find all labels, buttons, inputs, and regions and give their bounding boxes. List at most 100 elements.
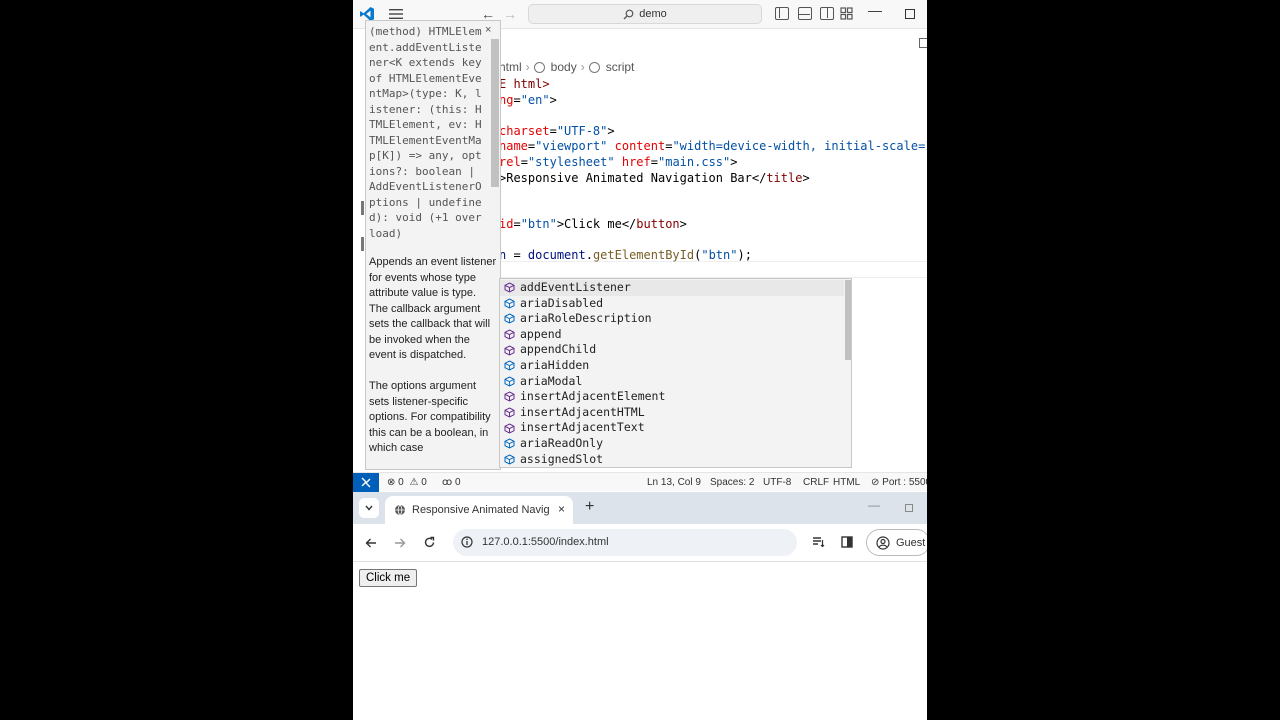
code-line: charset="UTF-8"> (499, 123, 615, 139)
suggestion-item[interactable]: appendChild (500, 342, 844, 358)
tab-search-button[interactable] (359, 498, 379, 518)
toggle-sidebar-icon[interactable] (775, 7, 789, 20)
suggestion-item[interactable]: addEventListener (500, 280, 844, 296)
back-icon[interactable] (365, 537, 377, 549)
suggestion-item[interactable]: insertAdjacentText (500, 420, 844, 436)
command-center[interactable]: demo (528, 4, 762, 24)
suggestion-item[interactable]: assignedSlot (500, 451, 844, 467)
code-token: > (802, 171, 810, 185)
chevron-right-icon: › (525, 60, 530, 74)
tab-close-icon[interactable]: × (558, 502, 565, 516)
antenna-icon: ꝏ (442, 477, 453, 488)
property-icon (504, 298, 515, 309)
code-token: "en" (520, 93, 550, 107)
code-token: > (607, 124, 615, 138)
info-icon[interactable] (461, 536, 473, 548)
code-line: id="btn">Click me</button> (499, 216, 687, 232)
indentation[interactable]: Spaces: 2 (710, 477, 754, 488)
suggestion-item[interactable]: ariaDisabled (500, 296, 844, 312)
split-editor-icon[interactable] (919, 38, 927, 48)
suggestion-item[interactable]: insertAdjacentHTML (500, 405, 844, 421)
browser-tab[interactable]: Responsive Animated Navigation Bar × (385, 496, 573, 524)
breadcrumb-item-body[interactable]: body (551, 60, 577, 74)
code-token: ); (737, 248, 752, 262)
suggest-widget[interactable]: addEventListener ariaDisabled ariaRoleDesc… (499, 278, 852, 468)
forward-arrow-icon[interactable]: → (503, 6, 517, 22)
profile-button[interactable]: Guest (866, 529, 927, 556)
code-token: >Responsive Animated Navigation Bar</ (499, 171, 767, 185)
chevron-right-icon: › (580, 60, 585, 74)
breadcrumb-item-html[interactable]: html (499, 60, 522, 74)
suggestion-item[interactable]: ariaReadOnly (500, 436, 844, 452)
reload-icon[interactable] (423, 536, 436, 549)
live-server-port[interactable]: ⊘ Port : 5500 (871, 477, 927, 488)
hover-documentation[interactable]: (method) HTMLElem ent.addEventListe ner<… (365, 20, 501, 470)
screen: ← → demo — html › body › script E html> n… (353, 0, 927, 720)
method-icon (504, 282, 515, 293)
side-panel-icon[interactable] (841, 536, 853, 548)
minimize-icon[interactable]: — (868, 2, 882, 18)
suggestion-label: insertAdjacentElement (520, 389, 666, 404)
cursor-position[interactable]: Ln 13, Col 9 (647, 477, 701, 488)
suggestion-label: ariaDisabled (520, 295, 604, 310)
ports-indicator[interactable]: ꝏ 0 (442, 477, 461, 488)
suggestion-item[interactable]: ariaModal (500, 374, 844, 390)
browser-maximize-icon[interactable] (905, 504, 913, 512)
property-icon (504, 313, 515, 325)
breadcrumb-item-script[interactable]: script (606, 60, 635, 74)
breadcrumb: html › body › script (499, 60, 634, 74)
errors-indicator[interactable]: ⊗ 0 ⚠ 0 (387, 477, 427, 488)
property-icon (504, 454, 515, 465)
encoding[interactable]: UTF-8 (763, 477, 791, 488)
language-mode[interactable]: HTML (833, 477, 860, 488)
browser-minimize-icon[interactable]: — (868, 498, 880, 512)
code-token: name (499, 139, 528, 153)
suggestion-item[interactable]: insertAdjacentElement (500, 389, 844, 405)
suggestion-label: ariaReadOnly (520, 436, 604, 450)
code-token: >Click me</ (556, 217, 637, 231)
error-icon: ⊗ (387, 477, 396, 488)
warning-icon: ⚠ (409, 477, 419, 488)
property-icon (504, 360, 515, 371)
toggle-panel-icon[interactable] (798, 7, 812, 20)
maximize-icon[interactable] (905, 9, 915, 19)
remote-indicator[interactable] (353, 473, 379, 492)
code-token: charset (499, 124, 550, 138)
code-token: . (585, 248, 593, 262)
code-line: >Responsive Animated Navigation Bar</tit… (499, 170, 810, 186)
hover-close-icon[interactable]: × (485, 24, 491, 36)
customize-layout-icon[interactable] (840, 7, 853, 20)
toggle-secondary-sidebar-icon[interactable] (820, 7, 834, 20)
status-bar: ⊗ 0 ⚠ 0 ꝏ 0 Ln 13, Col 9 Spaces: 2 UTF-8… (353, 472, 927, 492)
property-icon (504, 438, 515, 449)
code-token: "width=device-width, initial-scale=1.0" (672, 139, 927, 153)
menu-icon[interactable] (389, 8, 403, 20)
suggestion-label: insertAdjacentHTML (520, 404, 645, 419)
suggestion-label: assignedSlot (520, 451, 604, 466)
suggestion-item[interactable]: ariaRoleDescription (500, 311, 844, 327)
click-me-button[interactable]: Click me (359, 569, 418, 587)
code-token: = (549, 124, 557, 138)
code-token: = (650, 155, 658, 169)
suggestion-item[interactable]: ariaHidden (500, 358, 844, 374)
new-tab-button[interactable]: + (585, 498, 594, 516)
code-token: > (679, 217, 687, 231)
line-ending[interactable]: CRLF (803, 477, 829, 488)
hover-scrollbar[interactable] (491, 39, 499, 187)
code-token: "btn" (520, 217, 557, 231)
method-icon (504, 423, 515, 434)
code-line: n = document.getElementById("btn"); (499, 247, 752, 263)
suggestion-label: append (520, 326, 562, 341)
code-token: "btn" (701, 248, 738, 262)
address-bar[interactable]: 127.0.0.1:5500/index.html (453, 529, 797, 556)
code-token: ng (499, 93, 514, 107)
property-icon (504, 376, 515, 387)
forward-icon[interactable] (394, 537, 406, 549)
code-token: = (506, 248, 528, 262)
reading-list-icon[interactable] (812, 536, 825, 548)
code-token: title (766, 171, 803, 185)
suggestion-item[interactable]: append (500, 327, 844, 343)
suggest-scrollbar[interactable] (845, 280, 851, 360)
suggestion-label: ariaRoleDescription (520, 311, 652, 326)
